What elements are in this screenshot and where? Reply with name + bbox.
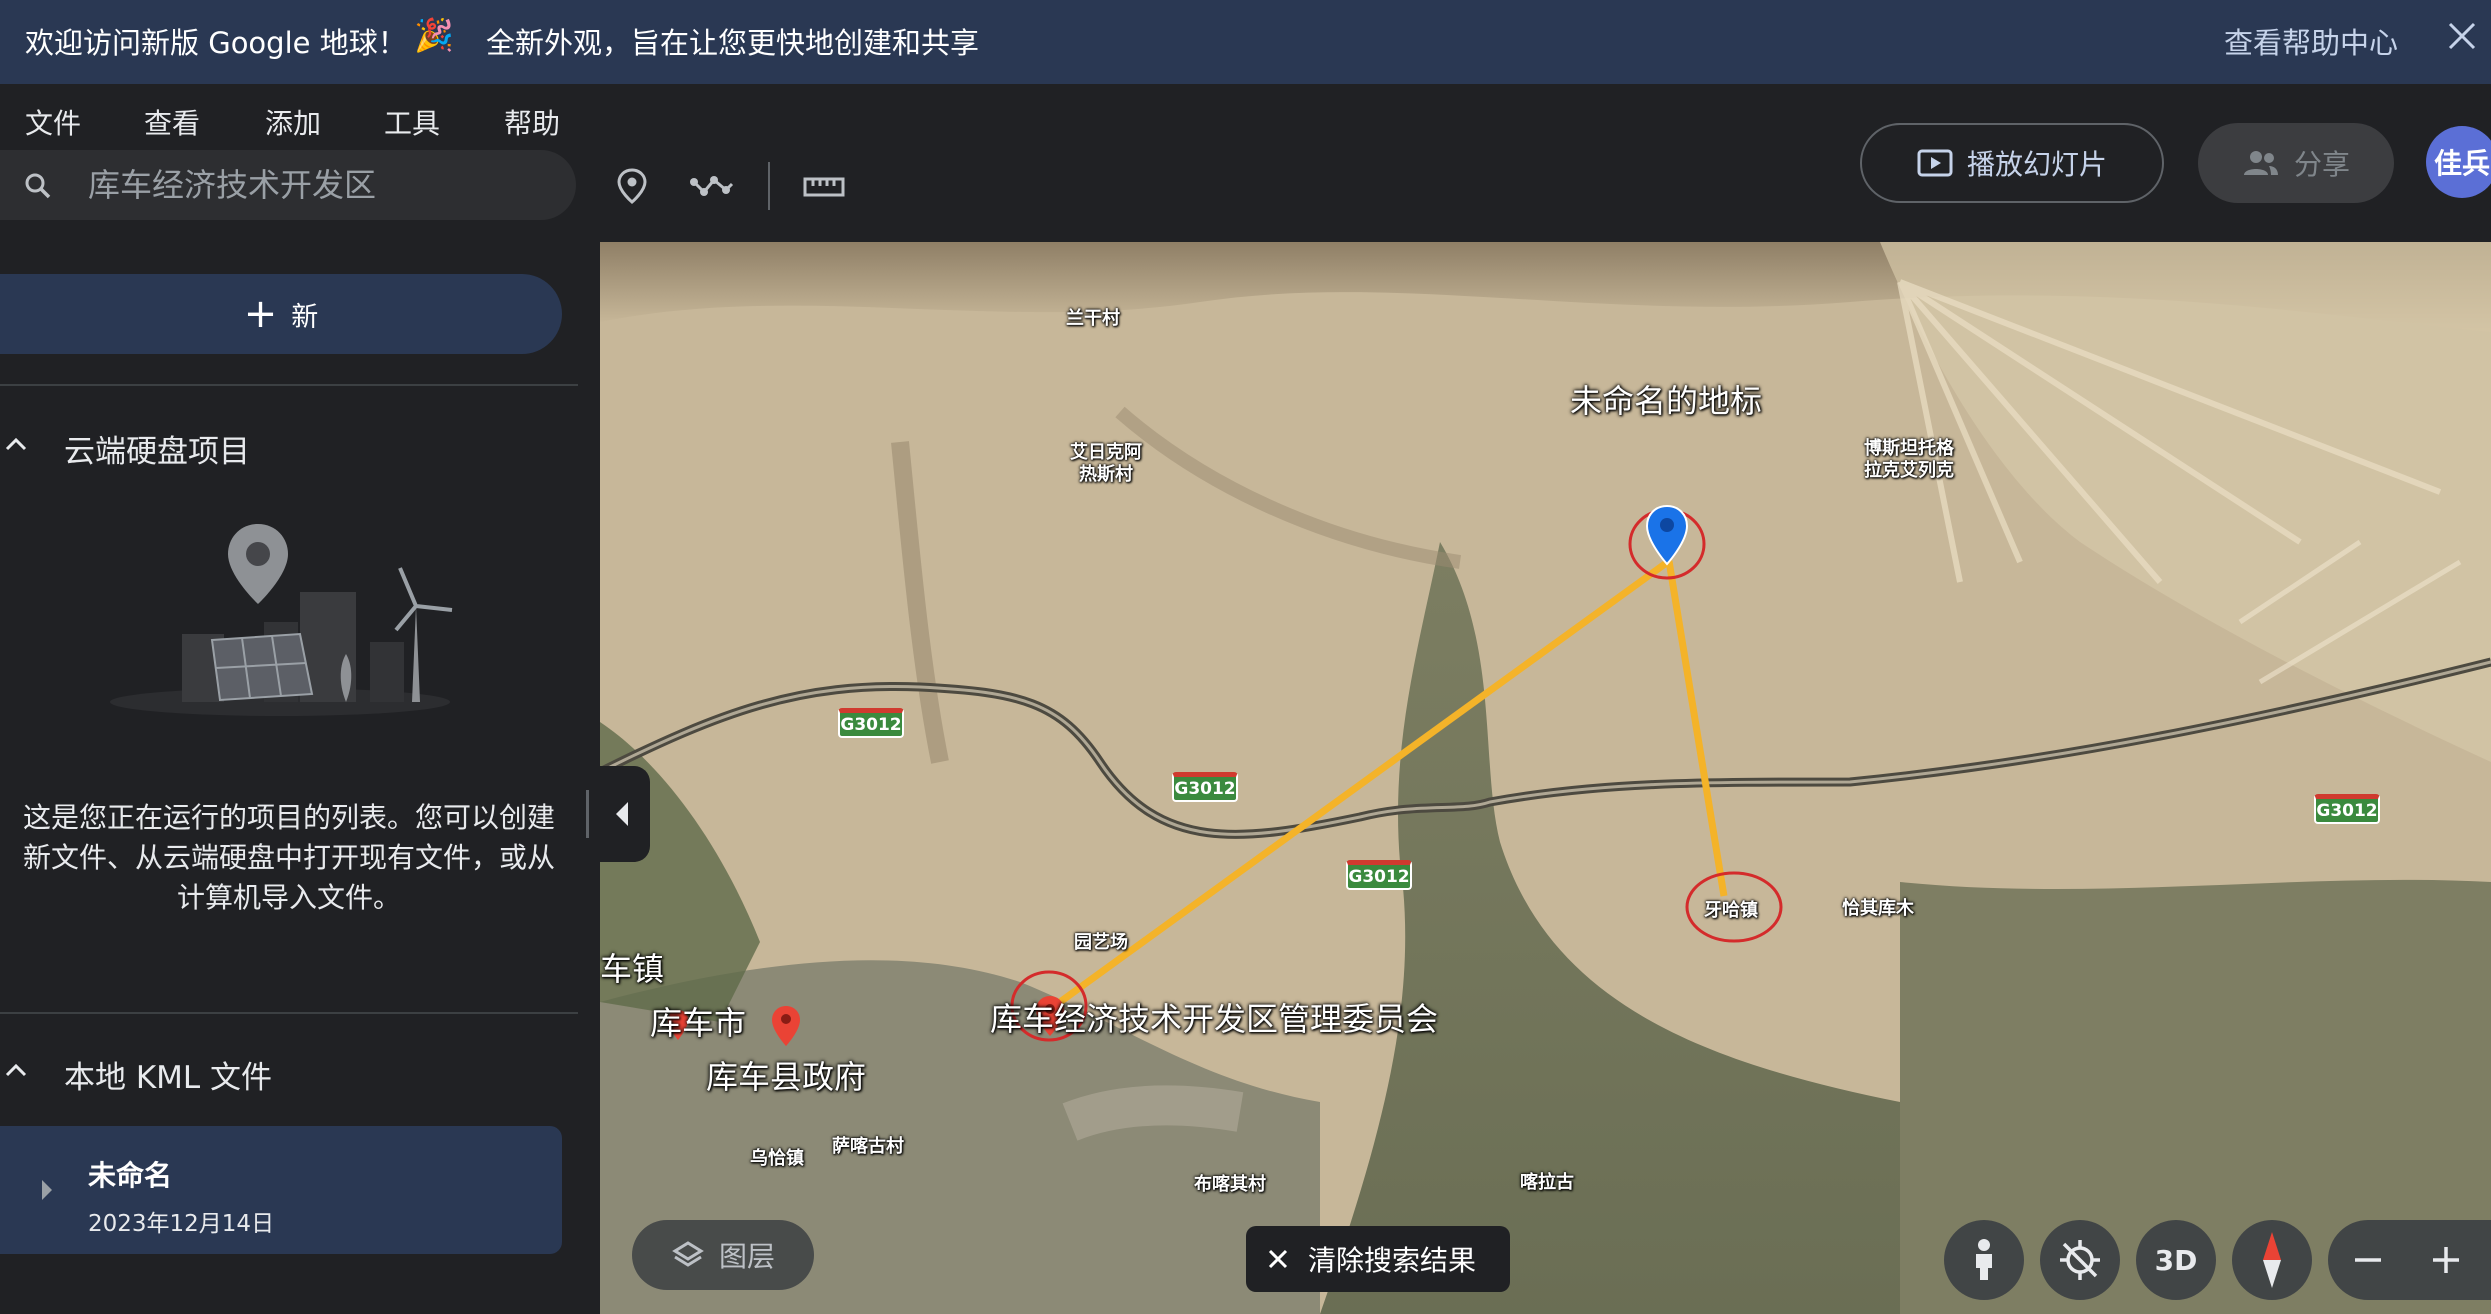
kml-file-name: 未命名 <box>88 1159 173 1192</box>
new-project-label: 新 <box>291 301 319 333</box>
dev-zone-label[interactable]: 库车经济技术开发区管理委员会 <box>990 994 1438 1040</box>
compass-button[interactable] <box>2232 1220 2312 1300</box>
layers-label: 图层 <box>718 1240 775 1273</box>
party-popper-icon: 🎉 <box>414 16 454 54</box>
chevron-up-icon <box>5 1063 27 1077</box>
search-icon <box>25 173 51 199</box>
plus-icon <box>2433 1247 2459 1273</box>
people-icon <box>2243 151 2278 175</box>
slideshow-icon <box>1917 149 1953 177</box>
location-disabled-icon <box>2060 1240 2100 1280</box>
sidebar-divider <box>0 384 578 386</box>
street-view-button[interactable] <box>1944 1220 2024 1300</box>
highway-shield: G3012 <box>838 708 904 738</box>
search-input[interactable] <box>88 158 558 212</box>
village-label: 喀拉古 <box>1520 1172 1574 1193</box>
clear-search-label: 清除搜索结果 <box>1308 1244 1477 1277</box>
menu-add[interactable]: 添加 <box>265 102 321 142</box>
pegman-icon <box>1976 1239 1992 1280</box>
empty-text-line: 计算机导入文件。 <box>176 881 401 914</box>
town-label: 乌恰镇 <box>750 1148 804 1169</box>
slideshow-button[interactable]: 播放幻灯片 <box>1860 123 2164 203</box>
cloud-section-header[interactable]: 云端硬盘项目 <box>0 416 578 476</box>
village-label: 艾日克阿 热斯村 <box>1070 442 1142 486</box>
empty-projects-illustration <box>110 524 453 716</box>
empty-text-line: 这是您正在运行的项目的列表。您可以创建 <box>22 801 555 834</box>
empty-projects-text: 这是您正在运行的项目的列表。您可以创建 新文件、从云端硬盘中打开现有文件，或从 … <box>0 798 578 918</box>
village-label-line: 艾日克阿 <box>1070 442 1142 463</box>
toolbar-divider <box>768 162 770 210</box>
village-label: 兰干村 <box>1066 308 1120 329</box>
collapse-sidebar-button[interactable] <box>586 766 650 862</box>
plus-icon: + <box>243 291 278 337</box>
town-label: 牙哈镇 <box>1704 900 1758 921</box>
banner-welcome-text: 欢迎访问新版 Google 地球！ <box>25 26 407 60</box>
path-icon <box>690 176 734 196</box>
three-d-label: 3D <box>2154 1243 2198 1277</box>
menu-view[interactable]: 查看 <box>144 102 200 142</box>
slideshow-label: 播放幻灯片 <box>1966 148 2107 181</box>
share-button[interactable]: 分享 <box>2198 123 2394 203</box>
town-label: 车镇 <box>600 950 665 988</box>
highway-shield: G3012 <box>1346 860 1412 890</box>
toggle-3d-button[interactable]: 3D <box>2136 1220 2216 1300</box>
red-placemark-icon[interactable] <box>770 1004 802 1048</box>
village-label-line: 热斯村 <box>1079 464 1133 485</box>
village-label: 布喀其村 <box>1194 1174 1266 1195</box>
placemark-icon <box>617 168 647 204</box>
menu-help[interactable]: 帮助 <box>504 102 560 142</box>
minus-icon <box>2355 1258 2381 1262</box>
avatar[interactable]: 佳兵 <box>2426 126 2491 198</box>
zoom-out-button[interactable] <box>2328 1220 2408 1300</box>
expand-arrow-icon[interactable] <box>42 1180 52 1200</box>
share-label: 分享 <box>2293 148 2350 181</box>
ruler-icon <box>803 177 845 197</box>
add-path-button[interactable] <box>686 160 738 212</box>
local-kml-section-title: 本地 KML 文件 <box>64 1060 273 1096</box>
kml-file-date: 2023年12月14日 <box>88 1211 275 1237</box>
menu-file[interactable]: 文件 <box>25 102 81 142</box>
kuche-gov-label[interactable]: 库车县政府 <box>706 1052 866 1098</box>
sidebar: + 新 云端硬盘项目 这是您正在运行的项目的列表。您可以创建 新文件、从云端硬盘… <box>0 242 600 1314</box>
cloud-section-title: 云端硬盘项目 <box>64 434 250 470</box>
village-label: 恰其库木 <box>1842 898 1914 919</box>
drag-handle[interactable] <box>586 790 589 838</box>
zoom-in-button[interactable] <box>2406 1220 2486 1300</box>
map-view[interactable]: 未命名的地标 库车经济技术开发区管理委员会 库车市 库车县政府 车镇 兰干村 艾… <box>600 242 2491 1314</box>
menu-tools[interactable]: 工具 <box>384 102 440 142</box>
landmark-label[interactable]: 未命名的地标 <box>1570 376 1762 422</box>
kml-file-item[interactable]: 未命名 2023年12月14日 <box>0 1126 562 1254</box>
new-project-button[interactable]: + 新 <box>0 274 562 354</box>
village-label: 园艺场 <box>1074 932 1128 953</box>
search-box <box>0 150 576 220</box>
chevron-up-icon <box>5 437 27 451</box>
banner-tagline: 全新外观，旨在让您更快地创建和共享 <box>486 26 980 60</box>
village-label-line: 拉克艾列克 <box>1864 460 1954 481</box>
village-label: 博斯坦托格 拉克艾列克 <box>1864 438 1954 482</box>
zoom-controls <box>2328 1220 2491 1300</box>
welcome-banner: 欢迎访问新版 Google 地球！ 🎉 全新外观，旨在让您更快地创建和共享 查看… <box>0 0 2491 84</box>
close-icon <box>1268 1249 1288 1269</box>
compass-icon <box>2263 1232 2281 1288</box>
highway-shield: G3012 <box>1172 772 1238 802</box>
layers-icon <box>672 1241 704 1267</box>
blue-placemark-icon[interactable] <box>1644 504 1690 566</box>
layers-button[interactable]: 图层 <box>632 1220 814 1290</box>
close-icon[interactable] <box>2442 16 2482 56</box>
measure-button[interactable] <box>798 160 850 212</box>
village-label-line: 博斯坦托格 <box>1864 438 1954 459</box>
add-placemark-button[interactable] <box>606 160 658 212</box>
toolbar: 播放幻灯片 分享 佳兵 <box>0 123 2491 242</box>
sidebar-divider <box>0 1012 578 1014</box>
empty-text-line: 新文件、从云端硬盘中打开现有文件，或从 <box>22 841 555 874</box>
chevron-left-icon <box>616 802 628 826</box>
help-center-link[interactable]: 查看帮助中心 <box>2224 20 2398 62</box>
highway-shield: G3012 <box>2314 794 2380 824</box>
kuche-city-label: 库车市 <box>650 1004 747 1042</box>
village-label: 萨喀古村 <box>832 1136 904 1157</box>
my-location-button[interactable] <box>2040 1220 2120 1300</box>
clear-search-results-button[interactable]: 清除搜索结果 <box>1246 1226 1510 1292</box>
local-kml-section-header[interactable]: 本地 KML 文件 <box>0 1042 578 1102</box>
